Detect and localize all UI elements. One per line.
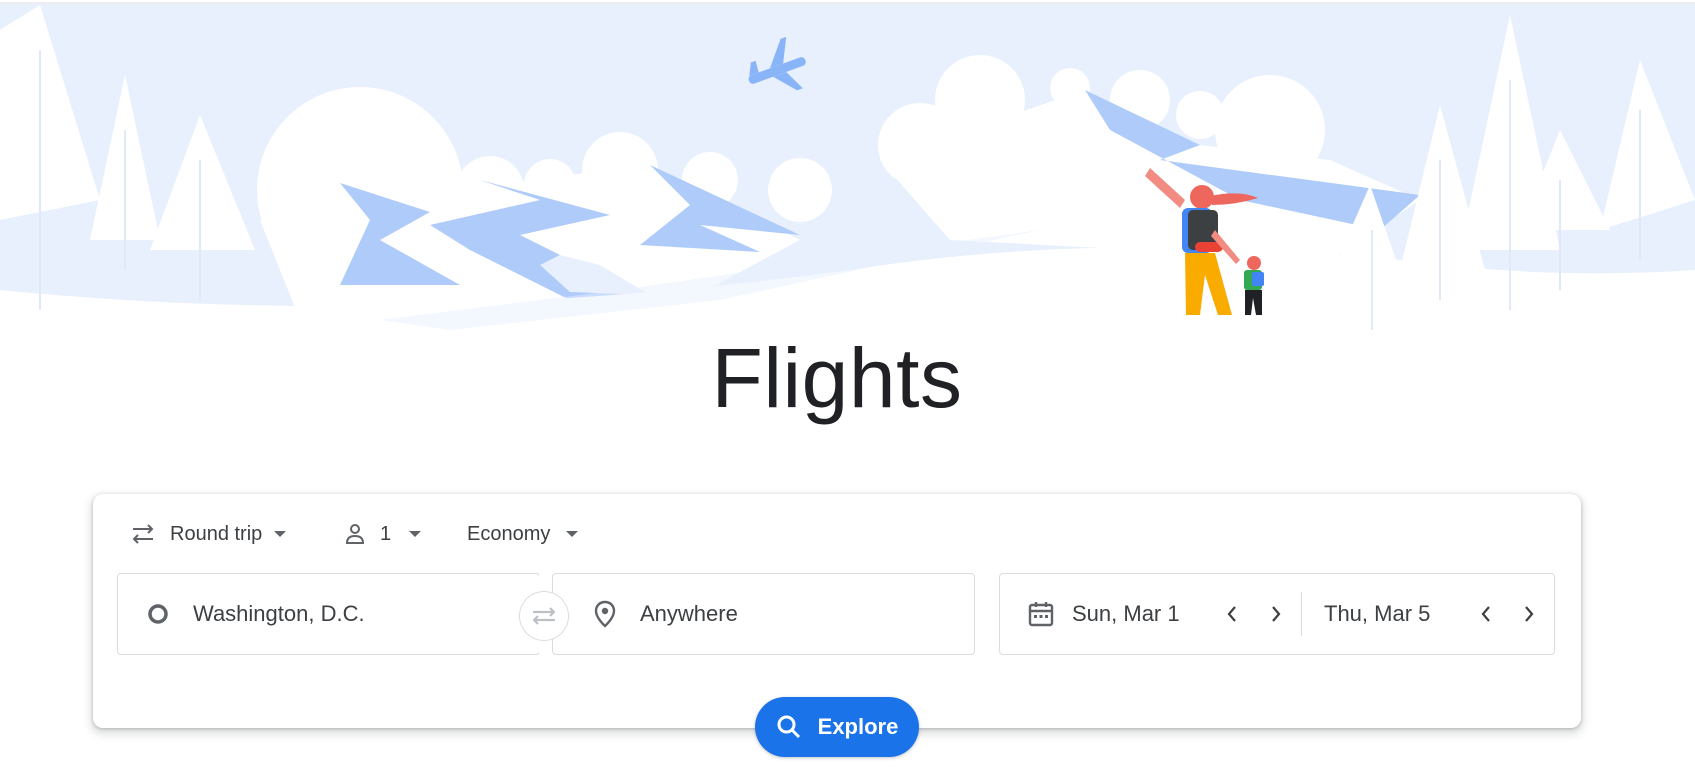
passenger-count: 1 xyxy=(380,522,392,545)
departure-next-day-button[interactable] xyxy=(1263,601,1289,627)
trip-type-dropdown[interactable]: Round trip xyxy=(130,520,287,548)
chevron-down-icon xyxy=(274,531,287,537)
date-divider xyxy=(1301,592,1302,636)
departure-date-value: Sun, Mar 1 xyxy=(1072,601,1180,626)
origin-circle-icon xyxy=(147,603,169,625)
return-prev-day-button[interactable] xyxy=(1473,601,1499,627)
hero-illustration xyxy=(0,0,1695,350)
search-icon xyxy=(776,714,802,740)
destination-value: Anywhere xyxy=(640,601,738,626)
chevron-down-icon xyxy=(566,531,579,537)
explore-label: Explore xyxy=(817,714,899,739)
swap-locations-button[interactable] xyxy=(519,591,569,641)
location-pin-icon xyxy=(594,600,616,628)
chevron-left-icon xyxy=(1479,604,1493,624)
page-title: Flights xyxy=(711,331,963,425)
chevron-left-icon xyxy=(1225,604,1239,624)
round-trip-arrows-icon xyxy=(130,523,156,545)
chevron-down-icon xyxy=(409,531,422,537)
chevron-right-icon xyxy=(1522,604,1536,624)
return-next-day-button[interactable] xyxy=(1516,601,1542,627)
explore-button[interactable]: Explore xyxy=(755,697,919,757)
passengers-dropdown[interactable]: 1 xyxy=(344,520,422,548)
person-icon xyxy=(344,523,366,545)
trip-type-label: Round trip xyxy=(170,522,263,545)
origin-value: Washington, D.C. xyxy=(193,601,365,626)
return-date-value: Thu, Mar 5 xyxy=(1324,601,1431,626)
cabin-class-label: Economy xyxy=(467,522,551,545)
return-date-field[interactable]: Thu, Mar 5 xyxy=(1324,574,1430,654)
origin-field[interactable]: Washington, D.C. xyxy=(117,573,540,655)
destination-field[interactable]: Anywhere xyxy=(552,573,975,655)
chevron-right-icon xyxy=(1269,604,1283,624)
departure-prev-day-button[interactable] xyxy=(1219,601,1245,627)
calendar-icon xyxy=(1027,600,1055,628)
swap-arrows-icon xyxy=(529,604,559,628)
departure-date-field[interactable]: Sun, Mar 1 xyxy=(1000,574,1180,654)
cabin-class-dropdown[interactable]: Economy xyxy=(467,520,579,548)
